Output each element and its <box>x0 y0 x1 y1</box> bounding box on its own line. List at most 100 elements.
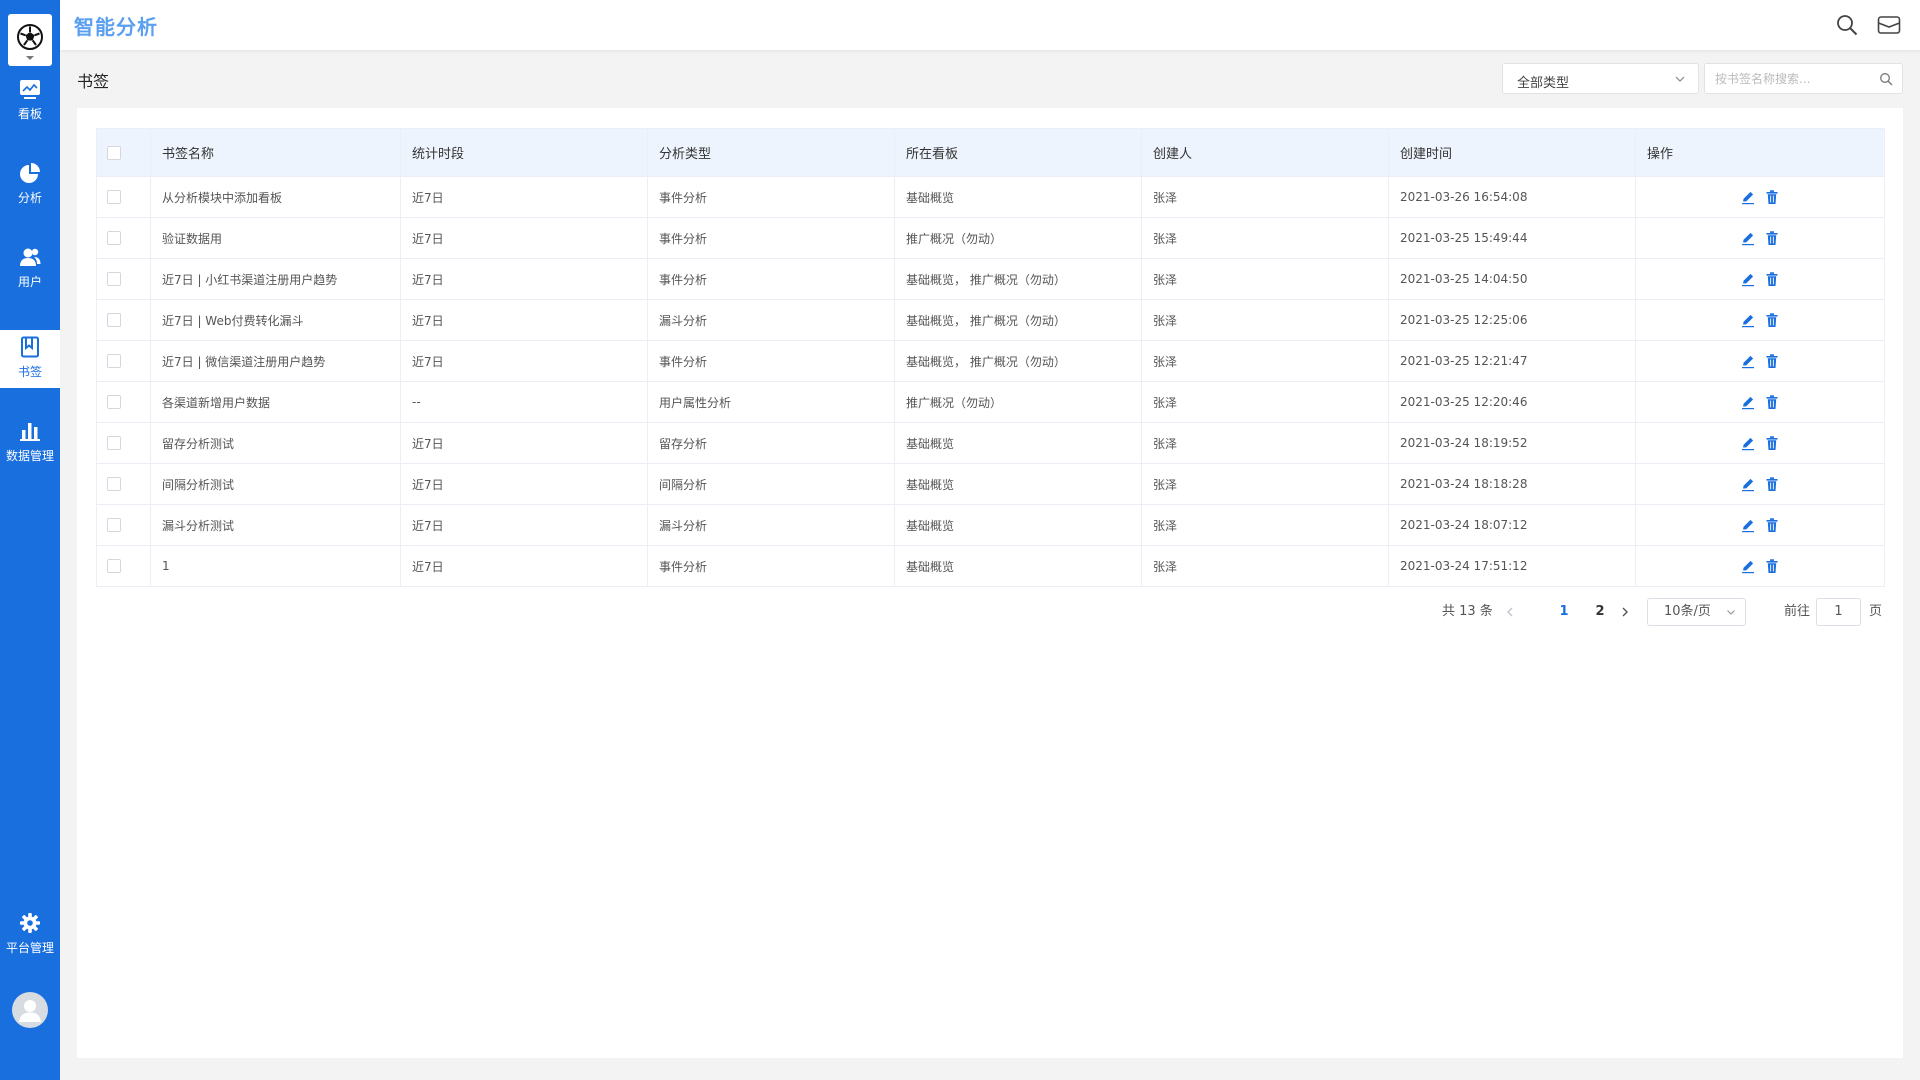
delete-icon[interactable] <box>1764 271 1780 287</box>
delete-icon[interactable] <box>1764 517 1780 533</box>
mail-icon[interactable] <box>1877 13 1901 37</box>
next-page-button[interactable] <box>1619 598 1635 626</box>
row-checkbox[interactable] <box>107 313 121 328</box>
sidebar-item-label: 分析 <box>17 191 42 205</box>
sidebar-item-dashboard[interactable]: 看板 <box>0 72 60 130</box>
row-select-cell <box>96 340 151 382</box>
soccer-ball-icon <box>17 24 43 50</box>
edit-icon[interactable] <box>1740 394 1756 410</box>
edit-icon[interactable] <box>1740 435 1756 451</box>
row-actions <box>1635 176 1885 218</box>
cell-name: 漏斗分析测试 <box>150 504 401 546</box>
sidebar-item-users[interactable]: 用户 <box>0 240 60 298</box>
sidebar: 看板 分析 用户 书签 数据管理 平台管理 <box>0 0 60 1080</box>
row-checkbox[interactable] <box>107 436 121 451</box>
edit-icon[interactable] <box>1740 189 1756 205</box>
cell-type: 事件分析 <box>647 176 895 218</box>
search-icon[interactable] <box>1879 72 1893 86</box>
row-checkbox[interactable] <box>107 190 121 205</box>
cell-period: 近7日 <box>400 258 648 300</box>
edit-icon[interactable] <box>1740 353 1756 369</box>
cell-creator: 张泽 <box>1141 299 1389 341</box>
bookmark-search[interactable] <box>1704 63 1903 94</box>
select-all-checkbox[interactable] <box>107 145 121 160</box>
row-checkbox[interactable] <box>107 231 121 246</box>
pagination-total: 共 13 条 <box>1442 604 1493 619</box>
delete-icon[interactable] <box>1764 353 1780 369</box>
cell-period: 近7日 <box>400 176 648 218</box>
delete-icon[interactable] <box>1764 476 1780 492</box>
cell-created: 2021-03-25 15:49:44 <box>1388 217 1636 259</box>
chevron-down-icon <box>26 56 34 60</box>
delete-icon[interactable] <box>1764 558 1780 574</box>
avatar[interactable] <box>12 992 48 1028</box>
delete-icon[interactable] <box>1764 435 1780 451</box>
prev-page-button[interactable] <box>1504 598 1520 626</box>
chevron-down-icon <box>1675 76 1685 82</box>
column-header: 创建人 <box>1141 128 1389 177</box>
page-number-2[interactable]: 2 <box>1587 598 1613 626</box>
cell-created: 2021-03-26 16:54:08 <box>1388 176 1636 218</box>
bookmark-search-input[interactable] <box>1715 69 1875 89</box>
chevron-down-icon <box>1727 610 1735 615</box>
edit-icon[interactable] <box>1740 230 1756 246</box>
goto-page-input[interactable] <box>1816 598 1861 626</box>
cell-type: 事件分析 <box>647 217 895 259</box>
sidebar-item-platform-management[interactable]: 平台管理 <box>0 906 60 964</box>
goto-unit-label: 页 <box>1869 604 1883 619</box>
edit-icon[interactable] <box>1740 271 1756 287</box>
row-checkbox[interactable] <box>107 518 121 533</box>
cell-created: 2021-03-24 18:19:52 <box>1388 422 1636 464</box>
cell-created: 2021-03-24 18:18:28 <box>1388 463 1636 505</box>
row-actions <box>1635 545 1885 587</box>
row-checkbox[interactable] <box>107 477 121 492</box>
bookmark-table: 书签名称 统计时段 分析类型 所在看板 创建人 创建时间 操作 从分析模块中添加… <box>96 128 1885 587</box>
row-checkbox[interactable] <box>107 272 121 287</box>
edit-icon[interactable] <box>1740 476 1756 492</box>
delete-icon[interactable] <box>1764 312 1780 328</box>
cell-name: 近7日 | Web付费转化漏斗 <box>150 299 401 341</box>
column-header: 创建时间 <box>1388 128 1636 177</box>
users-icon <box>20 248 41 266</box>
cell-period: 近7日 <box>400 299 648 341</box>
cell-creator: 张泽 <box>1141 422 1389 464</box>
page-number-1[interactable]: 1 <box>1551 598 1577 626</box>
delete-icon[interactable] <box>1764 394 1780 410</box>
chevron-right-icon <box>1622 607 1628 616</box>
type-filter-select[interactable]: 全部类型 <box>1502 63 1699 94</box>
edit-icon[interactable] <box>1740 517 1756 533</box>
bookmark-card: 书签名称 统计时段 分析类型 所在看板 创建人 创建时间 操作 从分析模块中添加… <box>77 108 1903 1058</box>
row-checkbox[interactable] <box>107 395 121 410</box>
cell-board: 基础概览 <box>894 176 1142 218</box>
row-select-cell <box>96 381 151 423</box>
sidebar-item-label: 书签 <box>17 365 42 379</box>
edit-icon[interactable] <box>1740 558 1756 574</box>
cell-board: 基础概览 <box>894 504 1142 546</box>
sidebar-item-analysis[interactable]: 分析 <box>0 156 60 214</box>
table-row: 近7日 | Web付费转化漏斗 近7日 漏斗分析 基础概览， 推广概况（勿动） 张泽 20… <box>96 299 1885 341</box>
goto-label: 前往 <box>1784 604 1811 619</box>
cell-creator: 张泽 <box>1141 545 1389 587</box>
pagination: 共 13 条 1 2 10条/页 前往 页 <box>77 598 1903 628</box>
sidebar-item-bookmarks[interactable]: 书签 <box>0 330 60 388</box>
search-icon[interactable] <box>1835 13 1859 37</box>
logo-switcher[interactable] <box>8 14 52 66</box>
page-size-select[interactable]: 10条/页 <box>1647 598 1746 626</box>
table-row: 近7日 | 微信渠道注册用户趋势 近7日 事件分析 基础概览， 推广概况（勿动） 张泽 2… <box>96 340 1885 382</box>
cell-period: -- <box>400 381 648 423</box>
sidebar-item-data-management[interactable]: 数据管理 <box>0 414 60 472</box>
delete-icon[interactable] <box>1764 230 1780 246</box>
cell-creator: 张泽 <box>1141 258 1389 300</box>
delete-icon[interactable] <box>1764 189 1780 205</box>
cell-period: 近7日 <box>400 463 648 505</box>
row-checkbox[interactable] <box>107 559 121 574</box>
edit-icon[interactable] <box>1740 312 1756 328</box>
sidebar-item-label: 用户 <box>17 275 42 289</box>
cell-name: 从分析模块中添加看板 <box>150 176 401 218</box>
table-row: 漏斗分析测试 近7日 漏斗分析 基础概览 张泽 2021-03-24 18:07:12 <box>96 504 1885 546</box>
table-row: 留存分析测试 近7日 留存分析 基础概览 张泽 2021-03-24 18:19:52 <box>96 422 1885 464</box>
cell-name: 验证数据用 <box>150 217 401 259</box>
cell-board: 基础概览 <box>894 422 1142 464</box>
cell-period: 近7日 <box>400 545 648 587</box>
row-checkbox[interactable] <box>107 354 121 369</box>
